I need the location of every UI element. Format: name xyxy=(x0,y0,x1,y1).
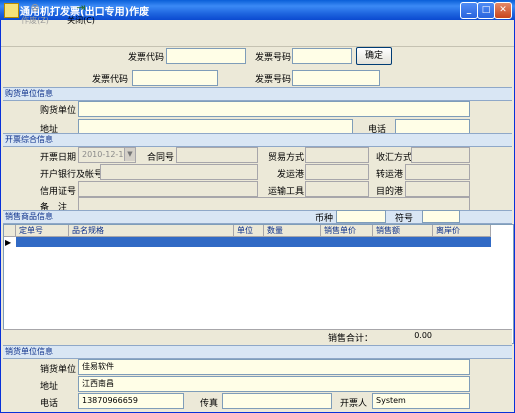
seller-section-header: 销货单位信息 xyxy=(3,345,512,359)
fx-field[interactable] xyxy=(411,147,470,163)
lc-label: 信用证号 xyxy=(40,187,77,197)
symbol-field[interactable] xyxy=(422,210,460,223)
void-icon: ⊗ xyxy=(30,1,40,14)
buyer-section-header: 购货单位信息 xyxy=(3,87,512,101)
transport-field[interactable] xyxy=(305,181,369,197)
col-fob-price[interactable]: 离岸价 xyxy=(433,225,491,237)
buyer-section-title: 购货单位信息 xyxy=(5,89,53,98)
transship-label: 转运港 xyxy=(376,170,404,180)
transport-label: 运输工具 xyxy=(268,187,305,197)
general-section-title: 开票综合信息 xyxy=(5,135,53,144)
fax-field[interactable] xyxy=(222,393,332,409)
seller-unit-field[interactable]: 佳易软件 xyxy=(78,359,470,375)
buyer-unit-field[interactable] xyxy=(78,101,470,117)
col-unit[interactable]: 单位 xyxy=(234,225,264,237)
col-order-no[interactable]: 定单号 xyxy=(16,225,69,237)
buyer-unit-label: 购货单位 xyxy=(40,106,77,116)
issuer-label: 开票人 xyxy=(340,399,368,409)
invoice-code-label: 发票代码 xyxy=(92,75,129,85)
void-label: 作废(Z) xyxy=(21,16,49,25)
minimize-button[interactable]: _ xyxy=(460,2,478,19)
dest-label: 目的港 xyxy=(376,187,404,197)
close-label: 关闭(C) xyxy=(67,16,95,25)
symbol-label: 符号 xyxy=(395,214,414,224)
query-code-input[interactable] xyxy=(166,48,246,64)
grid-corner xyxy=(4,225,16,237)
bank-field[interactable] xyxy=(100,164,258,180)
maximize-icon: □ xyxy=(481,5,491,15)
query-code-label: 发票代码 xyxy=(128,53,165,63)
seller-phone-field[interactable]: 13870966659 xyxy=(78,393,184,409)
seller-unit-label: 销货单位 xyxy=(40,365,77,375)
ship-from-label: 发运港 xyxy=(277,170,305,180)
seller-address-field[interactable]: 江西南昌 xyxy=(78,376,470,392)
trade-field[interactable] xyxy=(305,147,369,163)
minimize-icon: _ xyxy=(466,5,472,15)
invoice-code-field[interactable] xyxy=(132,70,218,86)
table-row[interactable] xyxy=(16,237,491,247)
seller-phone-label: 电话 xyxy=(40,399,59,409)
date-label: 开票日期 xyxy=(40,153,77,163)
seller-address-label: 地址 xyxy=(40,382,59,392)
trade-label: 贸易方式 xyxy=(268,153,305,163)
total-label: 销售合计： xyxy=(328,334,374,344)
close-window-button[interactable]: ✕ xyxy=(494,2,512,19)
sales-section-title: 销售商品信息 xyxy=(5,212,53,221)
currency-label: 币种 xyxy=(315,214,334,224)
fax-label: 传真 xyxy=(200,399,219,409)
fx-label: 收汇方式 xyxy=(376,153,413,163)
close-button[interactable]: ⇥ 关闭(C) xyxy=(58,2,104,26)
lc-field[interactable] xyxy=(78,181,258,197)
chevron-down-icon[interactable]: ▼ xyxy=(124,148,135,161)
total-value: 0.00 xyxy=(414,331,432,340)
invoice-number-label: 发票号码 xyxy=(255,75,292,85)
contract-label: 合同号 xyxy=(147,153,175,163)
issuer-field[interactable]: System xyxy=(372,393,470,409)
maximize-button[interactable]: □ xyxy=(477,2,495,19)
col-product[interactable]: 品名规格 xyxy=(69,225,234,237)
confirm-button[interactable]: 确定 xyxy=(356,47,392,65)
exit-door-icon: ⇥ xyxy=(76,1,86,14)
seller-section-title: 销货单位信息 xyxy=(5,347,53,356)
col-unit-price[interactable]: 销售单价 xyxy=(321,225,373,237)
query-number-label: 发票号码 xyxy=(255,53,292,63)
general-section-header: 开票综合信息 xyxy=(3,133,512,147)
transship-field[interactable] xyxy=(405,164,470,180)
bank-label: 开户银行及帐号 xyxy=(40,170,104,180)
total-bar xyxy=(3,329,512,344)
sales-grid[interactable]: 定单号 品名规格 单位 数量 销售单价 销售额 离岸价 ▶ xyxy=(3,224,514,344)
contract-field[interactable] xyxy=(176,147,258,163)
query-number-input[interactable] xyxy=(292,48,352,64)
col-amount[interactable]: 销售额 xyxy=(373,225,433,237)
dest-field[interactable] xyxy=(405,181,470,197)
currency-field[interactable] xyxy=(336,210,386,223)
invoice-number-field[interactable] xyxy=(292,70,380,86)
date-value: 2010-12-10 xyxy=(82,150,129,159)
col-quantity[interactable]: 数量 xyxy=(264,225,321,237)
void-button[interactable]: ⊗ 作废(Z) xyxy=(12,2,58,26)
ship-from-field[interactable] xyxy=(305,164,369,180)
close-icon: ✕ xyxy=(499,5,507,15)
row-indicator-icon: ▶ xyxy=(5,238,12,247)
